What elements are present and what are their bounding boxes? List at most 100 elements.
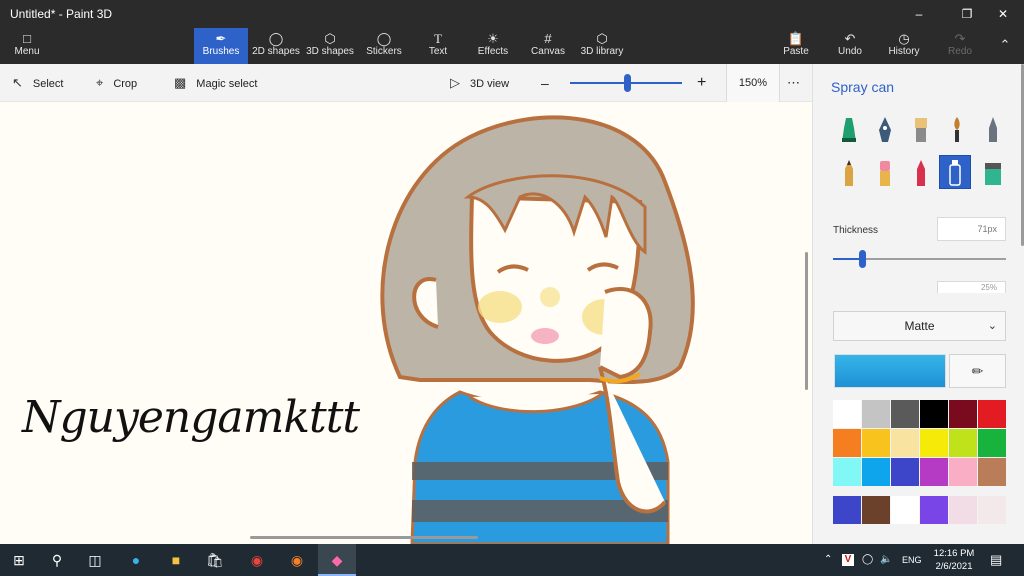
canvas-horizontal-scrollbar[interactable]	[250, 536, 478, 539]
color-swatch[interactable]	[920, 400, 948, 428]
pixel-pen-button[interactable]	[978, 114, 1008, 146]
close-button[interactable]: ✕	[980, 0, 1024, 28]
watercolor-button[interactable]	[942, 114, 972, 146]
clock-time: 12:16 PM	[933, 548, 975, 559]
meet-now-tray-icon[interactable]: ◯	[862, 544, 873, 576]
toolbar: ↖ Select ⌖ Crop ▩ Magic select ▷ 3D view – +…	[0, 64, 812, 102]
tab-text[interactable]: T Text	[418, 28, 458, 64]
select-button[interactable]: ↖ Select	[12, 64, 63, 102]
fill-button[interactable]	[978, 157, 1008, 189]
pixel-pen-icon	[989, 117, 997, 142]
color-swatch[interactable]	[862, 400, 890, 428]
color-swatch[interactable]	[891, 400, 919, 428]
edge-button[interactable]: ●	[117, 544, 155, 576]
thickness-input[interactable]: 71px	[937, 217, 1006, 241]
tab-brushes[interactable]: ✒ Brushes	[194, 28, 248, 64]
history-button[interactable]: ◷ History	[886, 28, 922, 64]
start-button[interactable]: ⊞	[0, 544, 38, 576]
color-swatch[interactable]	[949, 458, 977, 486]
eyedropper-button[interactable]: ✏	[949, 354, 1006, 388]
calligraphy-pen-button[interactable]	[870, 114, 900, 146]
minimize-button[interactable]: –	[896, 0, 942, 28]
canvas-icon: #	[544, 31, 552, 46]
notifications-button[interactable]: ▤	[990, 544, 1002, 576]
watercolor-icon	[954, 117, 960, 142]
input-language[interactable]: ENG	[902, 544, 922, 576]
volume-icon[interactable]: 🔈	[880, 544, 892, 576]
color-palette	[833, 400, 1006, 486]
tab-stickers[interactable]: ◯ Stickers	[360, 28, 408, 64]
mouth	[531, 328, 559, 344]
spray-can-button[interactable]	[939, 155, 971, 189]
file-explorer-icon: ■	[171, 552, 181, 568]
color-swatch[interactable]	[920, 429, 948, 457]
show-hidden-icons-button[interactable]: ⌃	[824, 544, 832, 576]
custom-color-swatch[interactable]	[978, 496, 1006, 524]
zoom-in-button[interactable]: +	[697, 64, 706, 102]
menu-button[interactable]: □ Menu	[6, 28, 48, 64]
custom-color-swatch[interactable]	[833, 496, 861, 524]
eraser-button[interactable]	[870, 157, 900, 189]
color-swatch[interactable]	[891, 429, 919, 457]
collapse-ribbon-button[interactable]: ⌃	[994, 28, 1016, 64]
color-swatch[interactable]	[920, 458, 948, 486]
3d-view-button[interactable]: ▷ 3D view	[450, 64, 509, 102]
undo-button[interactable]: ↶ Undo	[834, 28, 866, 64]
color-swatch[interactable]	[862, 458, 890, 486]
3d-library-icon: ⬡	[596, 31, 608, 46]
crop-button[interactable]: ⌖ Crop	[96, 64, 137, 102]
color-swatch[interactable]	[833, 458, 861, 486]
store-button[interactable]: 🛍	[196, 544, 234, 576]
text-icon: T	[434, 31, 442, 46]
opacity-input[interactable]: 25%	[937, 281, 1006, 293]
taskbar-clock[interactable]: 12:16 PM 2/6/2021	[926, 547, 982, 573]
more-options-button[interactable]: ⋯	[787, 64, 800, 102]
color-swatch[interactable]	[862, 429, 890, 457]
color-swatch[interactable]	[833, 400, 861, 428]
chevron-up-icon: ⌃	[824, 554, 833, 565]
zoom-level[interactable]: 150%	[726, 64, 780, 102]
zoom-slider-thumb[interactable]	[624, 74, 631, 92]
custom-color-swatch[interactable]	[920, 496, 948, 524]
custom-color-swatch[interactable]	[891, 496, 919, 524]
tab-canvas[interactable]: # Canvas	[528, 28, 568, 64]
tab-3d-library[interactable]: ⬡ 3D library	[578, 28, 626, 64]
color-swatch[interactable]	[949, 429, 977, 457]
pencil-button[interactable]	[834, 157, 864, 189]
tab-effects[interactable]: ☀ Effects	[472, 28, 514, 64]
redo-button[interactable]: ↷ Redo	[944, 28, 976, 64]
color-swatch[interactable]	[978, 429, 1006, 457]
drawing-canvas[interactable]: Nguyengamkttt	[0, 102, 812, 544]
custom-color-swatch[interactable]	[862, 496, 890, 524]
canvas-vertical-scrollbar[interactable]	[805, 252, 808, 390]
custom-color-swatch[interactable]	[949, 496, 977, 524]
firefox-button[interactable]: ◉	[278, 544, 316, 576]
paste-button[interactable]: 📋 Paste	[780, 28, 812, 64]
marker-brush-button[interactable]	[834, 114, 864, 146]
task-view-button[interactable]: ◫	[76, 544, 114, 576]
color-swatch[interactable]	[978, 458, 1006, 486]
color-swatch[interactable]	[833, 429, 861, 457]
current-color-swatch[interactable]	[834, 354, 946, 388]
chrome-button[interactable]: ◉	[238, 544, 276, 576]
color-swatch[interactable]	[949, 400, 977, 428]
marker-icon	[842, 118, 856, 142]
color-swatch[interactable]	[978, 400, 1006, 428]
paint3d-taskbar-button[interactable]: ◆	[318, 544, 356, 576]
chrome-icon: ◉	[250, 552, 264, 568]
file-explorer-button[interactable]: ■	[157, 544, 195, 576]
magic-select-button[interactable]: ▩ Magic select	[174, 64, 257, 102]
search-button[interactable]: ⚲	[38, 544, 76, 576]
thickness-slider-thumb[interactable]	[859, 250, 866, 268]
oil-brush-button[interactable]	[906, 114, 936, 146]
left-blush	[478, 291, 522, 323]
tab-2d-shapes[interactable]: ◯ 2D shapes	[250, 28, 302, 64]
color-swatch[interactable]	[891, 458, 919, 486]
zoom-out-button[interactable]: –	[541, 64, 549, 102]
finish-dropdown[interactable]: Matte ⌄	[833, 311, 1006, 341]
tab-3d-shapes[interactable]: ⬡ 3D shapes	[304, 28, 356, 64]
brush-icon: ✒	[215, 31, 227, 46]
crayon-button[interactable]	[906, 157, 936, 189]
signature-text: Nguyengamkttt	[22, 392, 360, 443]
antivirus-tray-icon[interactable]: V	[842, 544, 854, 576]
